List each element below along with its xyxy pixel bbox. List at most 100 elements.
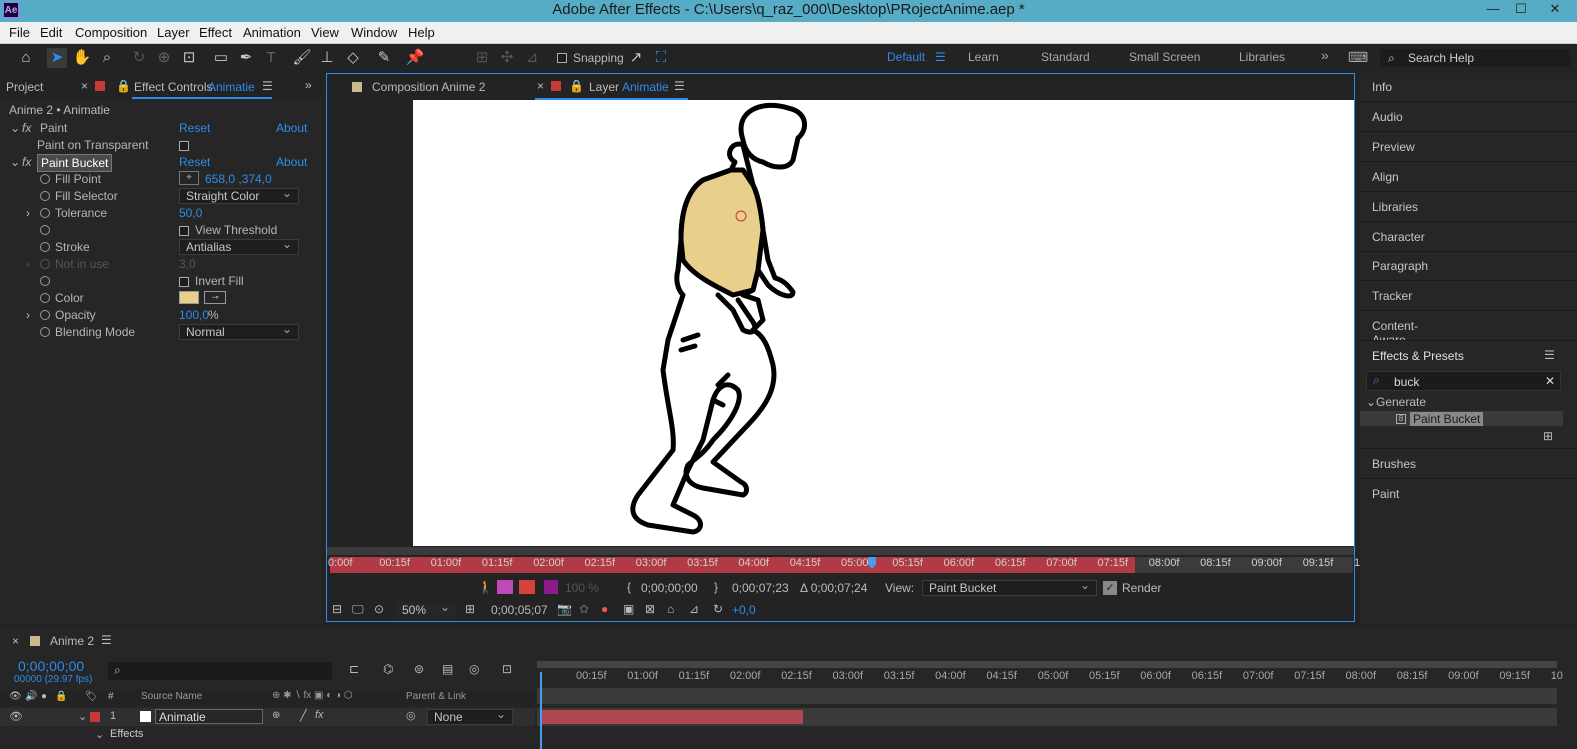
close-icon[interactable]: × [81, 79, 88, 93]
search-help-field[interactable]: ⌕ Search Help [1380, 49, 1570, 67]
stopwatch-icon[interactable] [40, 310, 50, 320]
effects-row[interactable]: ⌄ Effects [0, 727, 535, 744]
menu-window[interactable]: Window [351, 22, 397, 44]
selection-tool-icon[interactable]: ➤ [47, 48, 67, 68]
fast-previews-icon[interactable]: ⊿ [689, 602, 699, 616]
quality-switch-icon[interactable]: ╱ [300, 709, 307, 722]
effect-row-paint[interactable]: ⌄ fx Paint Reset About [0, 120, 307, 137]
layer-bar[interactable] [540, 710, 803, 724]
stroke-dropdown[interactable]: Antialias [179, 237, 299, 255]
fx-switch-icon[interactable]: fx [315, 709, 324, 721]
stopwatch-icon[interactable] [40, 225, 50, 235]
workspace-menu-icon[interactable]: ☰ [935, 50, 946, 64]
channels-icon[interactable]: ● [601, 602, 608, 616]
view-threshold-checkbox[interactable] [179, 226, 189, 236]
about-button[interactable]: About [276, 155, 307, 169]
layer-label-color[interactable] [90, 712, 100, 722]
motion-blur-icon[interactable]: ◎ [469, 662, 479, 676]
home-icon[interactable]: ⌂ [16, 48, 36, 68]
3d-view-icon[interactable]: ⌂ [667, 602, 674, 616]
opacity-value[interactable]: 100,0 [179, 308, 209, 322]
exposure-value[interactable]: +0,0 [732, 603, 756, 617]
lock-icon[interactable]: 🔒 [116, 79, 131, 93]
close-icon[interactable]: × [12, 634, 19, 648]
panel-libraries[interactable]: Libraries [1372, 200, 1418, 214]
out-time[interactable]: 0;00;07;23 [732, 581, 789, 595]
fx-icon[interactable]: fx [22, 121, 31, 135]
category-generate[interactable]: Generate [1376, 395, 1426, 409]
stopwatch-icon[interactable] [40, 242, 50, 252]
expand-panels-icon[interactable]: » [305, 78, 312, 92]
parent-dropdown[interactable]: None [427, 707, 513, 725]
expand-layer-icon[interactable]: ⌄ [78, 710, 87, 723]
reset-button[interactable]: Reset [179, 155, 210, 169]
monitor-icon[interactable]: 🖵 [352, 602, 364, 617]
result-paint-bucket[interactable]: Paint Bucket [1410, 412, 1484, 426]
tab-layer[interactable]: Layer [589, 80, 619, 94]
tolerance-value[interactable]: 50,0 [179, 206, 202, 220]
layer-canvas[interactable] [413, 100, 1354, 546]
stopwatch-icon[interactable] [40, 327, 50, 337]
menu-effect[interactable]: Effect [199, 22, 232, 44]
panel-menu-icon[interactable]: ☰ [1544, 348, 1555, 362]
onion-skin-icon[interactable] [497, 580, 513, 594]
transparency-grid-icon[interactable]: ⊠ [645, 602, 655, 616]
minimize-button[interactable]: — [1478, 0, 1508, 20]
brush-tool-icon[interactable]: 🖌 [292, 48, 312, 68]
always-preview-icon[interactable]: ⊟ [332, 602, 342, 616]
stopwatch-icon[interactable] [40, 191, 50, 201]
roto-brush-tool-icon[interactable]: ✎ [374, 48, 394, 68]
menu-animation[interactable]: Animation [243, 22, 301, 44]
eraser-tool-icon[interactable]: ◇ [343, 48, 363, 68]
menu-view[interactable]: View [311, 22, 339, 44]
collapse-switch-icon[interactable]: ⊕ [272, 710, 280, 721]
expand-arrow-icon[interactable]: › [26, 206, 30, 220]
panel-menu-icon[interactable]: ☰ [101, 633, 112, 647]
tab-comp-anime2[interactable]: Anime 2 [50, 634, 94, 648]
stopwatch-icon[interactable] [40, 293, 50, 303]
view-axis-icon[interactable]: ⊿ [522, 48, 542, 68]
collapse-arrow-icon[interactable]: ⌄ [10, 121, 20, 135]
type-tool-icon[interactable]: T [261, 48, 281, 68]
rotate-tool-icon[interactable]: ↻ [129, 48, 149, 68]
snapshot-icon[interactable]: 📷 [557, 602, 572, 616]
layer-name[interactable]: Animatie [155, 709, 263, 724]
fx-icon[interactable]: fx [22, 155, 31, 169]
menu-edit[interactable]: Edit [40, 22, 62, 44]
collapse-arrow-icon[interactable]: ⌄ [95, 728, 104, 741]
color-swatch[interactable] [179, 291, 199, 304]
view-dropdown[interactable]: Paint Bucket [922, 578, 1097, 596]
sync-settings-icon[interactable]: ⌨ [1348, 49, 1368, 66]
reset-exposure-icon[interactable]: ↻ [713, 602, 723, 616]
fill-selector-dropdown[interactable]: Straight Color [179, 186, 299, 204]
crosshair-icon[interactable]: ⌖ [179, 171, 199, 185]
clear-search-icon[interactable]: ✕ [1545, 374, 1555, 388]
timeline-search[interactable]: ⌕ [108, 662, 332, 680]
source-name-header[interactable]: Source Name [141, 691, 202, 702]
menu-layer[interactable]: Layer [157, 22, 190, 44]
invert-fill-checkbox[interactable] [179, 277, 189, 287]
clone-stamp-tool-icon[interactable]: ⊥ [317, 48, 337, 68]
expand-arrow-icon[interactable]: › [26, 257, 30, 271]
zoom-tool-icon[interactable]: ⌕ [97, 48, 117, 68]
mask-icon[interactable]: ⊙ [374, 602, 384, 616]
graph-editor-icon[interactable]: ⊡ [502, 662, 512, 676]
menu-composition[interactable]: Composition [75, 22, 147, 44]
puppet-pin-tool-icon[interactable]: 📌 [405, 48, 425, 68]
lock-icon[interactable]: 🔒 [569, 79, 584, 93]
workspace-learn[interactable]: Learn [968, 50, 999, 64]
effects-search-field[interactable]: ⌕ buck ✕ [1366, 371, 1561, 391]
new-folder-icon[interactable]: ⊞ [1543, 429, 1553, 443]
panel-audio[interactable]: Audio [1372, 110, 1403, 124]
workspace-default[interactable]: Default [887, 50, 925, 64]
in-point-icon[interactable]: { [627, 580, 631, 594]
hand-tool-icon[interactable]: ✋ [72, 48, 92, 68]
effect-row-paint-bucket[interactable]: ⌄ fx Paint Bucket Reset About [0, 154, 307, 172]
eye-icon[interactable]: 👁 [9, 710, 23, 723]
layer-tab-target[interactable]: Animatie [622, 80, 669, 94]
panel-character[interactable]: Character [1372, 230, 1425, 244]
draft-3d-icon[interactable]: ⌬ [383, 662, 393, 676]
tab-composition[interactable]: Composition Anime 2 [372, 80, 485, 94]
panel-tracker[interactable]: Tracker [1372, 289, 1412, 303]
workspace-standard[interactable]: Standard [1041, 50, 1090, 64]
